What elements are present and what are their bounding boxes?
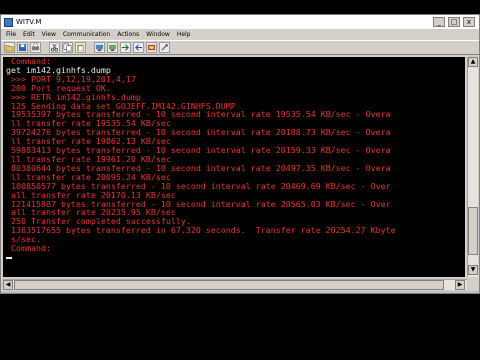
app-icon bbox=[4, 17, 13, 27]
copy-icon[interactable] bbox=[62, 42, 73, 53]
menu-edit[interactable]: Edit bbox=[23, 31, 35, 38]
send-icon[interactable] bbox=[120, 42, 131, 53]
disconnect-icon[interactable] bbox=[107, 42, 118, 53]
menu-file[interactable]: File bbox=[6, 31, 16, 38]
menu-help[interactable]: Help bbox=[177, 31, 191, 38]
scroll-up-icon[interactable]: ▲ bbox=[468, 57, 478, 67]
settings-icon[interactable] bbox=[146, 42, 157, 53]
window-title: WITV.M bbox=[16, 18, 42, 26]
connect-icon[interactable] bbox=[94, 42, 105, 53]
save-icon[interactable] bbox=[17, 42, 28, 53]
cut-icon[interactable] bbox=[49, 42, 60, 53]
minimize-button[interactable]: _ bbox=[433, 17, 445, 27]
terminal-line: s/sec. bbox=[6, 234, 41, 245]
horizontal-scroll-thumb[interactable] bbox=[14, 280, 444, 290]
terminal-line: 1363517655 bytes transferred in 67.320 s… bbox=[6, 225, 396, 236]
menu-actions[interactable]: Actions bbox=[117, 31, 139, 38]
title-bar[interactable]: WITV.M _ □ x bbox=[1, 15, 479, 29]
text-cursor bbox=[6, 256, 12, 259]
scroll-down-icon[interactable]: ▼ bbox=[468, 265, 478, 275]
open-icon[interactable] bbox=[4, 42, 15, 53]
status-bar bbox=[1, 291, 479, 293]
menu-view[interactable]: View bbox=[42, 31, 56, 38]
horizontal-scrollbar[interactable]: ◀ ▶ bbox=[3, 279, 467, 290]
toolbar bbox=[1, 40, 479, 55]
scroll-right-icon[interactable]: ▶ bbox=[455, 280, 465, 290]
scroll-thumb[interactable] bbox=[468, 207, 478, 255]
command-prompt-line[interactable] bbox=[6, 253, 465, 262]
terminal-line: Command: bbox=[6, 243, 51, 254]
terminal-output[interactable]: Command: get im142.ginhfs.dump >>> PORT 9… bbox=[3, 57, 465, 277]
receive-icon[interactable] bbox=[133, 42, 144, 53]
vertical-scrollbar[interactable]: ▲ ▼ bbox=[467, 57, 478, 277]
close-button[interactable]: x bbox=[463, 17, 475, 27]
paste-icon[interactable] bbox=[75, 42, 86, 53]
menu-bar: File Edit View Communication Actions Win… bbox=[1, 29, 479, 40]
help-icon[interactable] bbox=[159, 42, 170, 53]
scroll-left-icon[interactable]: ◀ bbox=[3, 280, 13, 290]
menu-window[interactable]: Window bbox=[146, 31, 170, 38]
print-icon[interactable] bbox=[30, 42, 41, 53]
window-controls: _ □ x bbox=[433, 17, 479, 27]
maximize-button[interactable]: □ bbox=[448, 17, 460, 27]
terminal-window: WITV.M _ □ x File Edit View Communicatio… bbox=[0, 14, 480, 294]
menu-communication[interactable]: Communication bbox=[63, 31, 110, 38]
